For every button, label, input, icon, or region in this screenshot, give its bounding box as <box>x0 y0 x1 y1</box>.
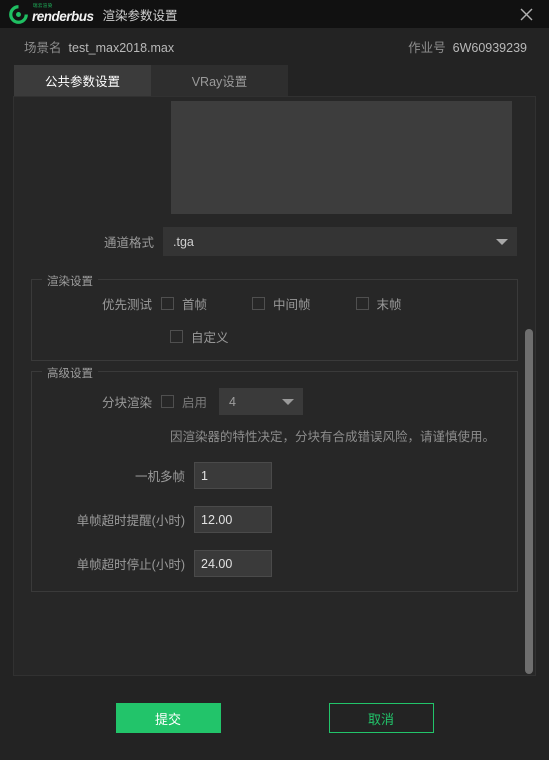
priority-option-middle-frame: 中间帧 <box>252 294 311 313</box>
tab-vray-settings[interactable]: VRay设置 <box>151 65 288 96</box>
chevron-down-icon <box>496 238 508 245</box>
first-frame-checkbox[interactable] <box>161 297 174 310</box>
titlebar: 瑞云渲染 renderbus 渲染参数设置 <box>0 0 549 28</box>
last-frame-label: 末帧 <box>376 298 402 312</box>
scene-name-group: 场景名 test_max2018.max <box>24 37 174 56</box>
channel-format-value: .tga <box>173 234 194 249</box>
render-settings-group: 渲染设置 优先测试 首帧 中间帧 末帧 自定义 <box>31 273 518 361</box>
job-number-label: 作业号 <box>408 41 446 55</box>
advanced-settings-group: 高级设置 分块渲染 启用 4 因渲染器的特性决定，分块有合成错误风险，请谨慎使用… <box>31 365 518 592</box>
tile-count-value: 4 <box>229 394 236 409</box>
frames-per-machine-input[interactable] <box>194 462 272 489</box>
job-number-group: 作业号 6W60939239 <box>408 37 527 56</box>
channel-format-label: 通道格式 <box>103 236 154 250</box>
scene-name-value: test_max2018.max <box>68 41 175 55</box>
vertical-scrollbar[interactable] <box>522 97 535 675</box>
custom-frame-label: 自定义 <box>191 331 229 345</box>
window-title: 渲染参数设置 <box>102 8 178 23</box>
tab-bar: 公共参数设置 VRay设置 <box>0 65 549 96</box>
frame-timeout-stop-input[interactable] <box>194 550 272 577</box>
close-icon <box>520 8 532 20</box>
renderbus-logo: 瑞云渲染 renderbus <box>9 4 94 24</box>
channel-format-select[interactable]: .tga <box>163 227 517 256</box>
render-elements-listbox[interactable] <box>171 101 512 214</box>
priority-test-label: 优先测试 <box>101 298 152 312</box>
tab-common-params[interactable]: 公共参数设置 <box>14 65 151 96</box>
tile-render-row: 分块渲染 启用 4 <box>44 388 505 415</box>
frame-timeout-warn-label: 单帧超时提醒(小时) <box>76 514 185 528</box>
custom-frame-checkbox[interactable] <box>170 330 183 343</box>
scene-name-label: 场景名 <box>24 41 62 55</box>
last-frame-checkbox[interactable] <box>355 297 369 310</box>
close-button[interactable] <box>509 0 543 28</box>
middle-frame-label: 中间帧 <box>273 298 311 312</box>
first-frame-label: 首帧 <box>182 298 208 312</box>
tile-render-enable-checkbox[interactable] <box>161 395 174 408</box>
brand-wordmark: renderbus <box>32 9 94 24</box>
job-number-value: 6W60939239 <box>452 41 527 55</box>
frames-per-machine-label: 一机多帧 <box>134 470 185 484</box>
job-meta-bar: 场景名 test_max2018.max 作业号 6W60939239 <box>0 28 549 65</box>
channel-format-row: 通道格式 .tga <box>32 227 517 256</box>
render-settings-legend: 渲染设置 <box>42 273 98 289</box>
scrollbar-thumb[interactable] <box>525 329 533 674</box>
tile-render-enable-label: 启用 <box>182 396 208 410</box>
frame-timeout-stop-label: 单帧超时停止(小时) <box>76 558 185 572</box>
render-settings-dialog: 瑞云渲染 renderbus 渲染参数设置 场景名 test_max2018.m… <box>0 0 549 760</box>
settings-content: 渲染元素 通道格式 .tga 渲染设置 优先测试 <box>14 97 535 598</box>
frame-timeout-stop-row: 单帧超时停止(小时) <box>44 550 505 577</box>
frame-timeout-warn-input[interactable] <box>194 506 272 533</box>
chevron-down-icon <box>282 398 295 405</box>
custom-frame-row: 自定义 <box>44 327 505 346</box>
priority-option-last-frame: 末帧 <box>355 294 402 313</box>
priority-test-row: 优先测试 首帧 中间帧 末帧 <box>44 294 505 313</box>
advanced-settings-legend: 高级设置 <box>42 365 98 381</box>
renderbus-logo-icon <box>9 4 28 24</box>
output-section: 渲染元素 通道格式 .tga <box>31 97 518 269</box>
dialog-footer: 提交 取消 <box>0 676 549 760</box>
middle-frame-checkbox[interactable] <box>252 297 266 310</box>
frames-per-machine-row: 一机多帧 <box>44 462 505 489</box>
tile-render-note: 因渲染器的特性决定，分块有合成错误风险，请谨慎使用。 <box>170 430 496 444</box>
tile-render-label: 分块渲染 <box>101 396 152 410</box>
cancel-button[interactable]: 取消 <box>328 703 434 733</box>
frame-timeout-warn-row: 单帧超时提醒(小时) <box>44 506 505 533</box>
priority-option-first-frame: 首帧 <box>161 294 207 313</box>
submit-button[interactable]: 提交 <box>115 703 221 733</box>
settings-scroll-area: 渲染元素 通道格式 .tga 渲染设置 优先测试 <box>13 96 536 676</box>
tile-count-select[interactable]: 4 <box>219 388 304 415</box>
